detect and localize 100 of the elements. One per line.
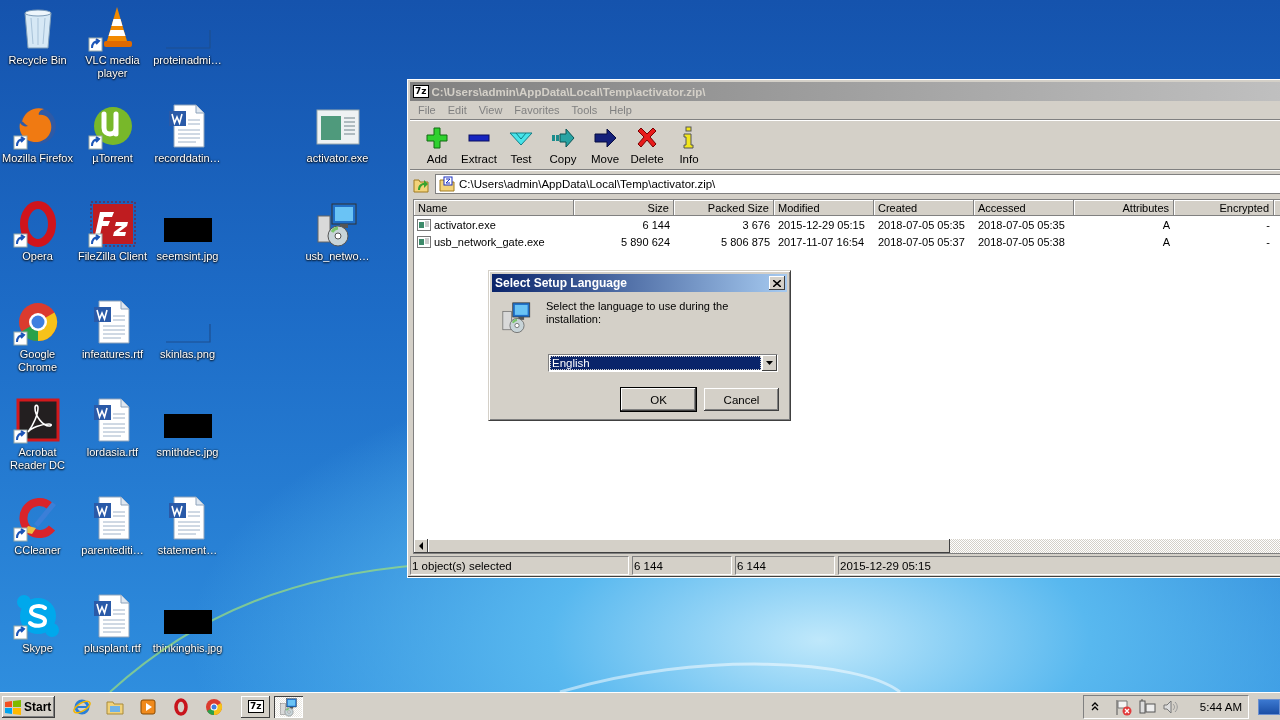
show-desktop-button[interactable] — [1258, 698, 1280, 715]
document-icon[interactable] — [93, 594, 129, 638]
taskbar-button[interactable] — [274, 695, 304, 718]
ring-icon[interactable] — [19, 201, 56, 247]
close-icon — [773, 279, 781, 287]
column-header[interactable]: Encrypted — [1174, 200, 1274, 216]
table-cell-text: 5 806 875 — [720, 235, 771, 248]
start-button[interactable]: Start — [2, 695, 56, 718]
column-header[interactable]: Packed Size — [674, 200, 774, 216]
horizontal-scrollbar[interactable] — [414, 539, 1280, 553]
scroll-left-button[interactable] — [414, 539, 428, 553]
close-button[interactable] — [769, 276, 785, 290]
shortcut-arrow-icon — [13, 625, 27, 640]
desktop-icon-label[interactable]: lordasia.rtf — [74, 446, 151, 459]
shortcut-arrow-icon — [13, 429, 27, 444]
browser-icon[interactable] — [73, 699, 92, 714]
column-header[interactable]: Name — [414, 200, 574, 216]
column-header[interactable]: Attributes — [1074, 200, 1174, 216]
square-logo-icon[interactable] — [16, 398, 59, 442]
file-name[interactable]: usb_network_gate.exe — [434, 235, 545, 248]
network-icon[interactable] — [1139, 698, 1156, 713]
computer-disc-icon[interactable] — [317, 203, 356, 247]
file-name[interactable]: activator.exe — [434, 218, 496, 231]
desktop-icon-label[interactable]: plusplant.rtf — [74, 642, 151, 655]
media-player-icon[interactable] — [140, 699, 156, 714]
dialog-button[interactable]: Cancel — [704, 388, 779, 411]
desktop-icon-label[interactable]: Acrobat Reader DC — [0, 446, 76, 472]
column-header[interactable]: Modified — [774, 200, 874, 216]
clock[interactable]: 5:44 AM — [1199, 700, 1242, 713]
toolbar-button[interactable]: Delete — [626, 125, 668, 165]
desktop-icon-label[interactable]: recorddatin… — [149, 152, 226, 165]
flag-icon[interactable] — [1116, 699, 1132, 715]
minus-icon — [468, 134, 490, 141]
circle-logo-icon[interactable] — [206, 698, 223, 715]
table-cell-text: 2018-07-05 05:35 — [977, 218, 1066, 231]
toolbar-button[interactable]: Copy — [542, 125, 584, 165]
document-icon[interactable] — [168, 496, 204, 540]
desktop-icon-label[interactable]: seemsint.jpg — [149, 250, 226, 263]
desktop-icon-label[interactable]: Recycle Bin — [0, 54, 76, 67]
scroll-thumb[interactable] — [428, 539, 950, 553]
desktop-icon-label[interactable]: CCleaner — [0, 544, 76, 557]
toolbar-button[interactable]: Move — [584, 125, 626, 165]
desktop-icon-label[interactable]: statement… — [149, 544, 226, 557]
cloud-icon[interactable] — [16, 595, 59, 637]
table-cell-text: - — [1265, 218, 1271, 231]
desktop-icon-label[interactable]: Mozilla Firefox — [0, 152, 76, 165]
dialog-button[interactable]: OK — [621, 388, 696, 411]
traffic-cone-icon[interactable] — [103, 7, 132, 47]
recycle-bin-icon[interactable] — [24, 9, 51, 49]
table-cell-text: 2015-12-29 05:15 — [777, 218, 866, 231]
taskbar-button[interactable]: 7z — [241, 695, 271, 718]
desktop-icon-label[interactable]: Skype — [0, 642, 76, 655]
image-thumbnail-icon[interactable] — [164, 323, 211, 343]
square-logo-icon[interactable] — [90, 201, 135, 247]
address-field[interactable]: C:\Users\admin\AppData\Local\Temp\activator.zip\ — [435, 174, 1280, 194]
computer-disc-icon[interactable] — [280, 697, 297, 716]
desktop-icon-label[interactable]: Google Chrome — [0, 348, 76, 374]
computer-disc-icon[interactable] — [502, 302, 531, 333]
column-header[interactable]: Created — [874, 200, 974, 216]
column-header[interactable]: Accessed — [974, 200, 1074, 216]
toolbar-button[interactable]: Add — [416, 125, 458, 165]
toolbar-button[interactable]: Info — [668, 125, 710, 165]
table-cell-text: 2018-07-05 05:35 — [877, 218, 966, 231]
document-icon[interactable] — [93, 398, 129, 442]
ring-icon[interactable] — [174, 697, 189, 716]
table-cell-text: 5 890 624 — [620, 235, 671, 248]
document-icon[interactable] — [168, 104, 204, 148]
column-header[interactable]: Size — [574, 200, 674, 216]
desktop-icon-label[interactable]: infeatures.rtf — [74, 348, 151, 361]
circle-logo-icon[interactable] — [18, 303, 57, 341]
cross-icon — [637, 127, 657, 147]
document-icon[interactable] — [93, 300, 129, 344]
chevron-up-icon[interactable] — [1091, 701, 1099, 711]
desktop-icon-label[interactable]: parentediti… — [74, 544, 151, 557]
desktop-icon-label[interactable]: skinlas.png — [149, 348, 226, 361]
desktop-icon-label[interactable]: µTorrent — [74, 152, 151, 165]
status-text: 2015-12-29 05:15 — [838, 556, 1280, 575]
desktop-icon-label[interactable]: smithdec.jpg — [149, 446, 226, 459]
table-cell-text: 6 144 — [641, 218, 671, 231]
brush-icon[interactable] — [19, 498, 56, 538]
speaker-icon[interactable] — [1163, 700, 1178, 713]
desktop-icon-label[interactable]: usb_netwo… — [299, 250, 376, 263]
window-icon[interactable] — [316, 109, 359, 145]
desktop-icon-label[interactable]: VLC media player — [74, 54, 151, 80]
language-dropdown[interactable]: English — [548, 354, 778, 372]
circle-logo-icon[interactable] — [93, 107, 132, 145]
desktop-icon-label[interactable]: activator.exe — [299, 152, 376, 165]
desktop-icon-label[interactable]: thinkinghis.jpg — [149, 642, 226, 655]
address-text: C:\Users\admin\AppData\Local\Temp\activator.zip\ — [459, 178, 716, 190]
desktop-icon-label[interactable]: Opera — [0, 250, 76, 263]
image-thumbnail-icon[interactable] — [164, 29, 211, 49]
document-icon[interactable] — [93, 496, 129, 540]
desktop-icon-label[interactable]: proteinadmi… — [149, 54, 226, 67]
image-thumbnail-icon[interactable] — [163, 218, 212, 242]
globe-icon[interactable] — [19, 108, 56, 144]
image-thumbnail-icon[interactable] — [163, 610, 212, 634]
toolbar-button[interactable]: Test — [500, 125, 542, 165]
image-thumbnail-icon[interactable] — [163, 414, 212, 438]
toolbar-button[interactable]: Extract — [458, 125, 500, 165]
desktop-icon-label[interactable]: FileZilla Client — [74, 250, 151, 263]
